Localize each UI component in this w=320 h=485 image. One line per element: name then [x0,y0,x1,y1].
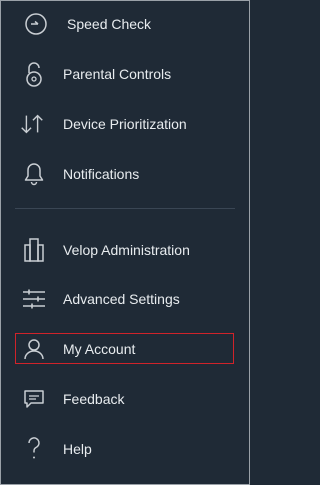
menu-item-label: Device Prioritization [63,116,187,132]
menu-item-label: Help [63,441,92,457]
up-down-arrows-icon [18,110,46,138]
menu-item-help[interactable]: Help [0,429,250,469]
user-icon [20,335,48,363]
side-menu: Speed Check Parental Controls Device Pri… [0,0,250,485]
menu-item-label: Advanced Settings [63,291,180,307]
bell-icon [20,160,48,188]
menu-item-velop-administration[interactable]: Velop Administration [0,230,250,270]
menu-item-device-prioritization[interactable]: Device Prioritization [0,104,250,144]
sliders-icon [20,285,48,313]
menu-item-my-account[interactable]: My Account [0,329,250,369]
menu-item-label: My Account [63,341,136,357]
chat-bubble-icon [20,385,48,413]
menu-item-label: Feedback [63,391,125,407]
menu-item-label: Velop Administration [63,242,190,258]
menu-item-feedback[interactable]: Feedback [0,379,250,419]
padlock-icon [20,60,48,88]
menu-item-label: Speed Check [67,16,152,32]
menu-item-parental-controls[interactable]: Parental Controls [0,54,250,94]
menu-item-label: Parental Controls [63,66,172,82]
menu-divider [15,208,235,209]
velop-nodes-icon [20,236,48,264]
speedometer-icon [22,10,50,38]
question-mark-icon [20,435,48,463]
menu-item-label: Notifications [63,166,140,182]
menu-item-speed-check[interactable]: Speed Check [0,4,250,44]
menu-item-advanced-settings[interactable]: Advanced Settings [0,279,250,319]
menu-item-notifications[interactable]: Notifications [0,154,250,194]
